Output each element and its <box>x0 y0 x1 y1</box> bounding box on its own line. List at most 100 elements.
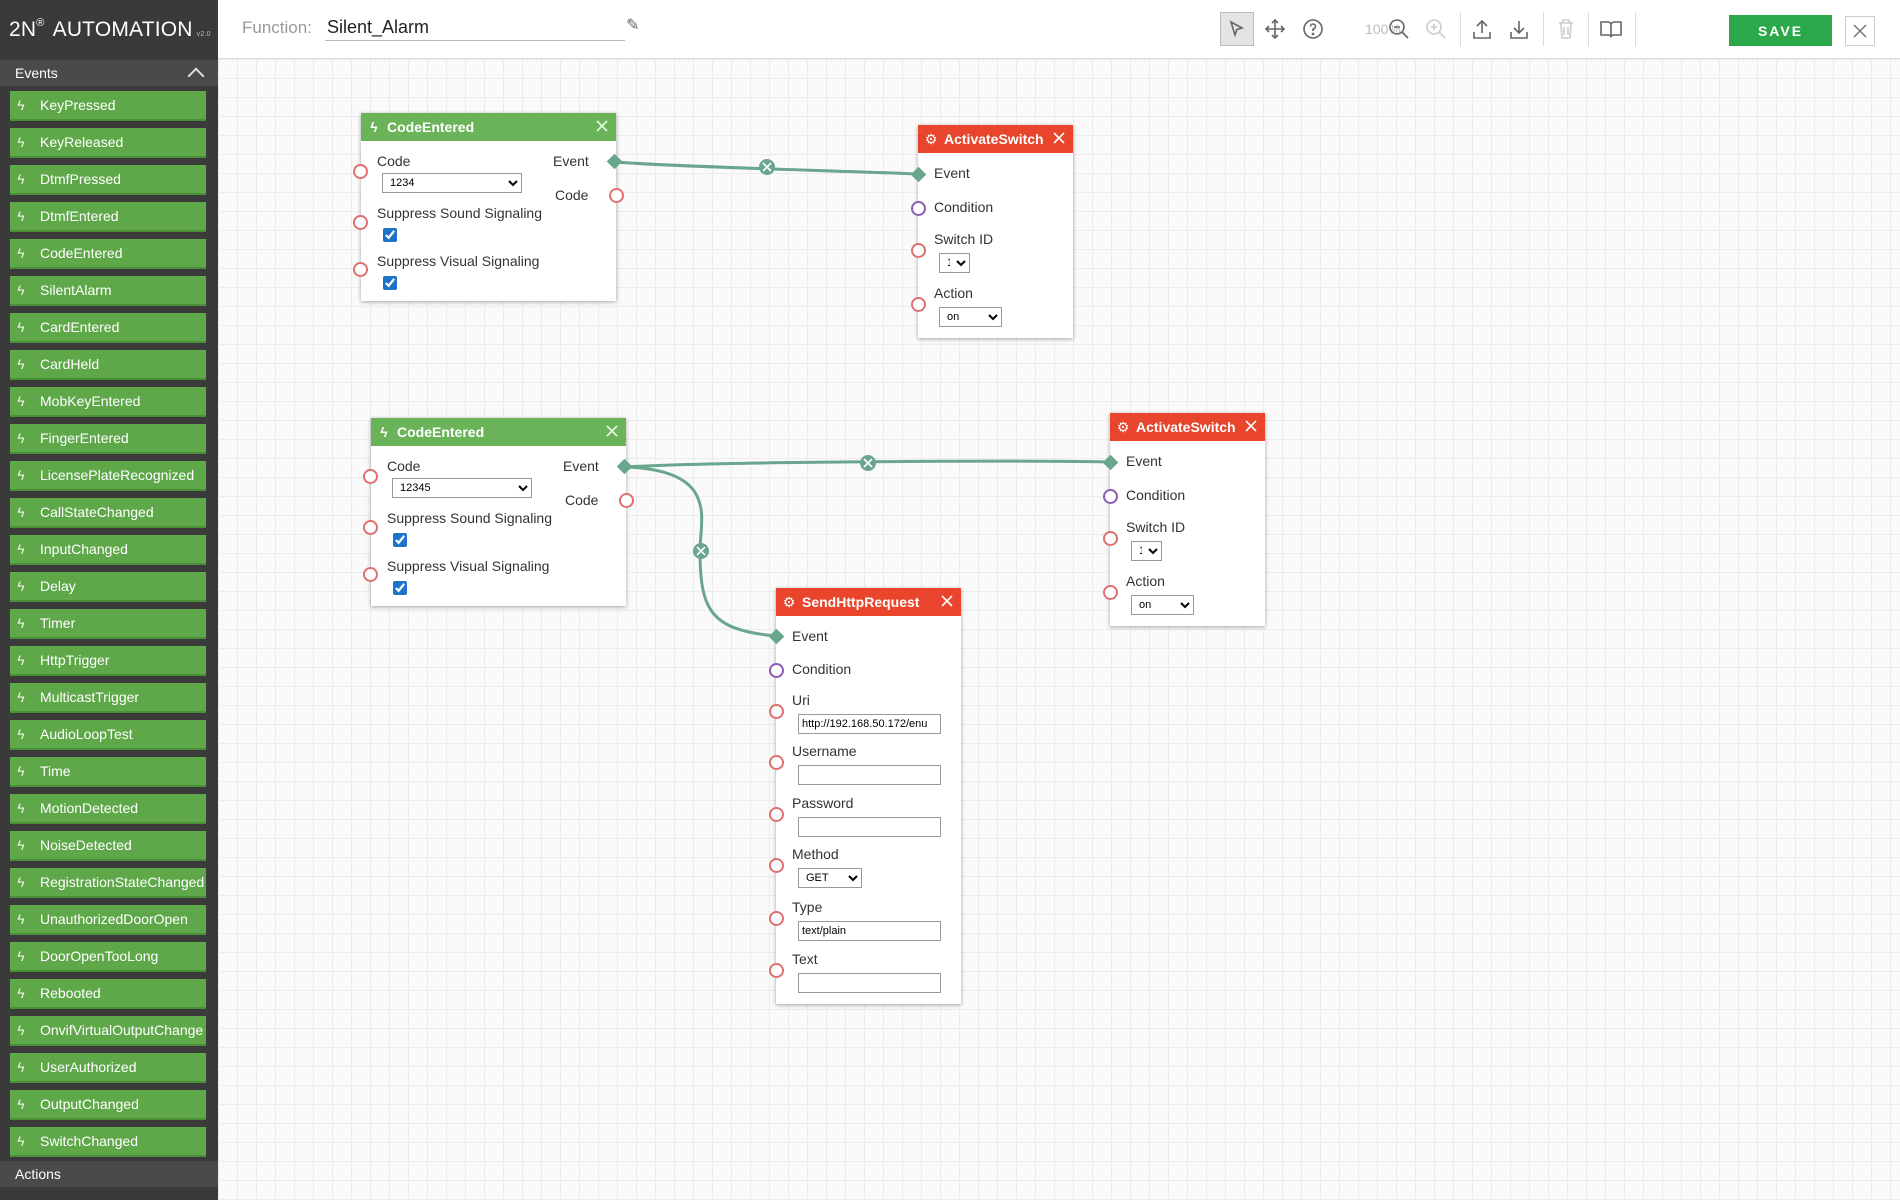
close-icon[interactable] <box>1243 418 1259 434</box>
select-tool-button[interactable] <box>1220 12 1254 46</box>
action-select[interactable]: on <box>939 307 1002 327</box>
event-item-inputchanged[interactable]: ϟ InputChanged <box>10 535 206 565</box>
password-input[interactable] <box>798 817 941 837</box>
event-item-mobkeyentered[interactable]: ϟ MobKeyEntered <box>10 387 206 417</box>
switch-id-select[interactable]: 1 <box>939 253 970 273</box>
uri-input[interactable] <box>798 714 941 734</box>
event-item-outputchanged[interactable]: ϟ OutputChanged <box>10 1090 206 1120</box>
output-port-code[interactable] <box>609 188 624 203</box>
gear-icon: ⚙ <box>782 593 796 610</box>
event-item-codeentered[interactable]: ϟ CodeEntered <box>10 239 206 269</box>
input-port-method[interactable] <box>769 858 784 873</box>
help-button[interactable] <box>1296 12 1330 46</box>
node-code-entered-2[interactable]: ϟ CodeEntered Code 12345 Suppress Sound … <box>363 418 634 606</box>
suppress-sound-checkbox[interactable] <box>383 228 397 242</box>
node-activate-switch-2[interactable]: ⚙ ActivateSwitch Event Condition Switch … <box>1102 413 1265 626</box>
close-icon[interactable] <box>939 593 955 609</box>
input-port-code[interactable] <box>353 164 368 179</box>
output-port-code[interactable] <box>619 493 634 508</box>
close-icon[interactable] <box>604 423 620 439</box>
action-select[interactable]: on <box>1131 595 1194 615</box>
save-button[interactable]: SAVE <box>1729 15 1832 46</box>
input-port-condition[interactable] <box>1103 489 1118 504</box>
input-port-suppress-visual[interactable] <box>353 262 368 277</box>
download-button[interactable] <box>1502 12 1536 46</box>
event-item-dtmfentered[interactable]: ϟ DtmfEntered <box>10 202 206 232</box>
node-code-entered-1[interactable]: ϟ CodeEntered Code 1234 Suppress Sound S… <box>353 113 624 301</box>
actions-section-header[interactable]: Actions <box>0 1161 249 1187</box>
input-port-action[interactable] <box>911 297 926 312</box>
node-header[interactable]: ϟ CodeEntered <box>361 113 616 141</box>
input-port-suppress-sound[interactable] <box>363 520 378 535</box>
function-name-input[interactable] <box>325 15 625 41</box>
event-item-timer[interactable]: ϟ Timer <box>10 609 206 639</box>
event-item-dtmfpressed[interactable]: ϟ DtmfPressed <box>10 165 206 195</box>
pan-tool-button[interactable] <box>1258 12 1292 46</box>
node-send-http-request[interactable]: ⚙ SendHttpRequest Event Condition Uri Us… <box>768 588 961 1004</box>
input-port-text[interactable] <box>769 963 784 978</box>
event-item-callstatechanged[interactable]: ϟ CallStateChanged <box>10 498 206 528</box>
zoom-in-button[interactable] <box>1419 12 1453 46</box>
event-item-unauthorizeddooropen[interactable]: ϟ UnauthorizedDoorOpen <box>10 905 206 935</box>
node-header[interactable]: ⚙ ActivateSwitch <box>1110 413 1265 441</box>
event-item-keyreleased[interactable]: ϟ KeyReleased <box>10 128 206 158</box>
input-port-switch-id[interactable] <box>911 243 926 258</box>
input-port-switch-id[interactable] <box>1103 531 1118 546</box>
input-port-username[interactable] <box>769 755 784 770</box>
node-header[interactable]: ϟ CodeEntered <box>371 418 626 446</box>
input-port-code[interactable] <box>363 469 378 484</box>
event-item-userauthorized[interactable]: ϟ UserAuthorized <box>10 1053 206 1083</box>
node-header[interactable]: ⚙ SendHttpRequest <box>776 588 961 616</box>
input-port-password[interactable] <box>769 807 784 822</box>
event-item-onvifvirtualoutputchange[interactable]: ϟ OnvifVirtualOutputChange <box>10 1016 206 1046</box>
delete-button[interactable] <box>1549 12 1583 46</box>
event-item-label: UnauthorizedDoorOpen <box>40 911 188 927</box>
event-item-keypressed[interactable]: ϟ KeyPressed <box>10 91 206 121</box>
input-port-action[interactable] <box>1103 585 1118 600</box>
event-item-switchchanged[interactable]: ϟ SwitchChanged <box>10 1127 206 1157</box>
event-item-cardentered[interactable]: ϟ CardEntered <box>10 313 206 343</box>
node-header[interactable]: ⚙ ActivateSwitch <box>918 125 1073 153</box>
event-item-multicasttrigger[interactable]: ϟ MulticastTrigger <box>10 683 206 713</box>
event-item-fingerentered[interactable]: ϟ FingerEntered <box>10 424 206 454</box>
event-item-delay[interactable]: ϟ Delay <box>10 572 206 602</box>
close-icon[interactable] <box>1051 130 1067 146</box>
node-activate-switch-1[interactable]: ⚙ ActivateSwitch Event Condition Switch … <box>910 125 1073 338</box>
event-item-httptrigger[interactable]: ϟ HttpTrigger <box>10 646 206 676</box>
input-port-uri[interactable] <box>769 704 784 719</box>
suppress-sound-checkbox[interactable] <box>393 533 407 547</box>
chevron-up-icon[interactable] <box>187 67 205 85</box>
event-item-time[interactable]: ϟ Time <box>10 757 206 787</box>
type-input[interactable] <box>798 921 941 941</box>
username-input[interactable] <box>798 765 941 785</box>
method-select[interactable]: GET <box>798 868 862 888</box>
zoom-out-button[interactable] <box>1382 12 1416 46</box>
text-input[interactable] <box>798 973 941 993</box>
input-port-condition[interactable] <box>911 201 926 216</box>
events-section-header[interactable]: Events <box>0 60 218 86</box>
code-select[interactable]: 12345 <box>392 478 532 498</box>
event-item-dooropentoolong[interactable]: ϟ DoorOpenTooLong <box>10 942 206 972</box>
event-item-silentalarm[interactable]: ϟ SilentAlarm <box>10 276 206 306</box>
switch-id-select[interactable]: 1 <box>1131 541 1162 561</box>
close-button[interactable] <box>1845 16 1875 46</box>
documentation-button[interactable] <box>1594 12 1628 46</box>
suppress-visual-checkbox[interactable] <box>383 276 397 290</box>
event-item-registrationstatechanged[interactable]: ϟ RegistrationStateChanged <box>10 868 206 898</box>
code-select[interactable]: 1234 <box>382 173 522 193</box>
event-item-audiolooptest[interactable]: ϟ AudioLoopTest <box>10 720 206 750</box>
pencil-icon[interactable]: ✎ <box>626 15 639 35</box>
event-item-motiondetected[interactable]: ϟ MotionDetected <box>10 794 206 824</box>
input-port-suppress-visual[interactable] <box>363 567 378 582</box>
close-icon[interactable] <box>594 118 610 134</box>
input-port-condition[interactable] <box>769 663 784 678</box>
event-item-licenseplaterecognized[interactable]: ϟ LicensePlateRecognized <box>10 461 206 491</box>
input-port-suppress-sound[interactable] <box>353 215 368 230</box>
input-port-type[interactable] <box>769 911 784 926</box>
event-item-cardheld[interactable]: ϟ CardHeld <box>10 350 206 380</box>
event-item-rebooted[interactable]: ϟ Rebooted <box>10 979 206 1009</box>
method-label: Method <box>792 846 839 862</box>
upload-button[interactable] <box>1465 12 1499 46</box>
suppress-visual-checkbox[interactable] <box>393 581 407 595</box>
event-item-noisedetected[interactable]: ϟ NoiseDetected <box>10 831 206 861</box>
